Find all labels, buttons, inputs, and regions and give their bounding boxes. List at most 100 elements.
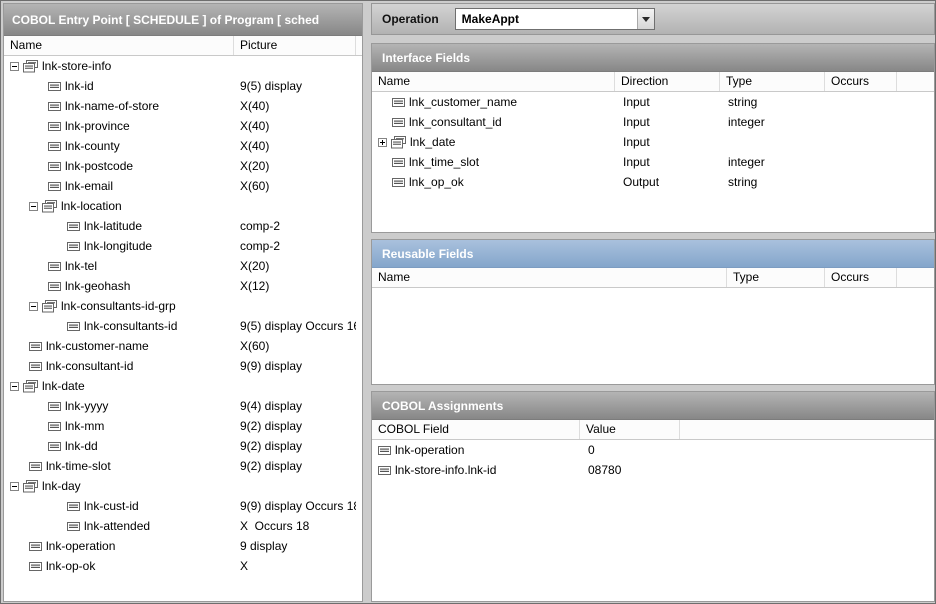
interface-row-lnk-op-ok[interactable]: lnk_op_okOutputstring xyxy=(372,172,934,192)
field-picture: 9(5) display xyxy=(240,79,302,93)
interface-row-lnk-time-slot[interactable]: lnk_time_slot Input integer xyxy=(372,152,934,172)
column-header-occurs[interactable]: Occurs xyxy=(825,268,897,287)
field-icon xyxy=(67,321,80,332)
tree-row-lnk-day[interactable]: lnk-day xyxy=(4,476,362,496)
tree-row-lnk-longitude[interactable]: lnk-longitudecomp-2 xyxy=(4,236,362,256)
column-header-name[interactable]: Name xyxy=(372,72,615,91)
field-name: lnk-customer-name xyxy=(46,339,149,353)
field-name: lnk-cust-id xyxy=(84,499,139,513)
column-header-name[interactable]: Name xyxy=(4,36,234,55)
field-name: lnk-province xyxy=(65,119,130,133)
tree-row-lnk-county[interactable]: lnk-countyX(40) xyxy=(4,136,362,156)
tree-row-lnk-consultants-id[interactable]: lnk-consultants-id9(5) display Occurs 16 xyxy=(4,316,362,336)
column-header-filler xyxy=(356,36,362,55)
row-indent xyxy=(4,206,29,207)
tree-name-cell: lnk-date xyxy=(4,376,234,396)
tree-row-lnk-dd[interactable]: lnk-dd9(2) display xyxy=(4,436,362,456)
collapse-toggle-icon[interactable] xyxy=(10,482,19,491)
tree-row-lnk-geohash[interactable]: lnk-geohashX(12) xyxy=(4,276,362,296)
assignment-row-lnk-store-info.lnk-id[interactable]: lnk-store-info.lnk-id08780 xyxy=(372,460,934,480)
direction-cell: Input xyxy=(615,132,720,152)
field-picture-cell: X(40) xyxy=(234,136,356,156)
operation-dropdown[interactable]: MakeAppt xyxy=(455,8,655,30)
tree-row-lnk-province[interactable]: lnk-provinceX(40) xyxy=(4,116,362,136)
field-picture-cell: X(40) xyxy=(234,96,356,116)
interface-row-lnk-customer-name[interactable]: lnk_customer_nameInputstring xyxy=(372,92,934,112)
field-type: integer xyxy=(728,115,765,129)
tree-row-lnk-attended[interactable]: lnk-attendedX Occurs 18 xyxy=(4,516,362,536)
tree-row-lnk-location[interactable]: lnk-location xyxy=(4,196,362,216)
tree-name-cell: lnk-consultant-id xyxy=(4,356,234,376)
interface-fields-table: lnk_customer_nameInputstringlnk_consulta… xyxy=(372,92,934,192)
tree-row-lnk-id[interactable]: lnk-id9(5) display xyxy=(4,76,362,96)
column-header-cobol-field[interactable]: COBOL Field xyxy=(372,420,580,439)
collapse-toggle-icon[interactable] xyxy=(29,202,38,211)
column-header-picture[interactable]: Picture xyxy=(234,36,356,55)
row-indent xyxy=(372,102,392,103)
direction-cell: Input xyxy=(615,152,720,172)
tree-row-lnk-operation[interactable]: lnk-operation9 display xyxy=(4,536,362,556)
occurs-cell xyxy=(825,92,897,112)
tree-row-lnk-customer-name[interactable]: lnk-customer-nameX(60) xyxy=(4,336,362,356)
column-header-type[interactable]: Type xyxy=(727,268,825,287)
field-picture: 9 display xyxy=(240,539,287,553)
column-header-type[interactable]: Type xyxy=(720,72,825,91)
type-cell xyxy=(720,132,825,152)
field-picture: 9(5) display Occurs 16 xyxy=(240,319,356,333)
field-icon xyxy=(67,521,80,532)
field-icon xyxy=(48,101,61,112)
column-header-direction[interactable]: Direction xyxy=(615,72,720,91)
panel-splitter[interactable] xyxy=(363,3,371,602)
type-cell: integer xyxy=(720,152,825,172)
tree-row-lnk-name-of-store[interactable]: lnk-name-of-store X(40) xyxy=(4,96,362,116)
tree-row-lnk-consultants-id-grp[interactable]: lnk-consultants-id-grp xyxy=(4,296,362,316)
tree-row-lnk-store-info[interactable]: lnk-store-info xyxy=(4,56,362,76)
tree-row-lnk-postcode[interactable]: lnk-postcodeX(20) xyxy=(4,156,362,176)
cobol-entry-point-panel: COBOL Entry Point [ SCHEDULE ] of Progra… xyxy=(3,3,363,602)
column-header-occurs[interactable]: Occurs xyxy=(825,72,897,91)
field-name: lnk-name-of-store xyxy=(65,99,159,113)
expand-toggle-icon[interactable] xyxy=(378,138,387,147)
tree-row-lnk-consultant-id[interactable]: lnk-consultant-id9(9) display xyxy=(4,356,362,376)
dropdown-arrow-icon[interactable] xyxy=(637,9,654,29)
field-name: lnk-mm xyxy=(65,419,104,433)
column-header-name[interactable]: Name xyxy=(372,268,727,287)
tree-name-cell: lnk-consultants-id-grp xyxy=(4,296,234,316)
row-indent xyxy=(4,366,29,367)
column-header-filler xyxy=(897,268,934,287)
interface-name-cell: lnk_date xyxy=(372,132,615,152)
tree-row-lnk-time-slot[interactable]: lnk-time-slot9(2) display xyxy=(4,456,362,476)
interface-row-lnk-date[interactable]: lnk_dateInput xyxy=(372,132,934,152)
collapse-toggle-icon[interactable] xyxy=(29,302,38,311)
field-icon xyxy=(48,421,61,432)
field-name: lnk-yyyy xyxy=(65,399,108,413)
field-picture-cell: 9(9) display Occurs 18 xyxy=(234,496,356,516)
field-name: lnk-postcode xyxy=(65,159,133,173)
column-header-value[interactable]: Value xyxy=(580,420,680,439)
assignment-row-lnk-operation[interactable]: lnk-operation0 xyxy=(372,440,934,460)
tree-row-lnk-date[interactable]: lnk-date xyxy=(4,376,362,396)
field-name: lnk-date xyxy=(42,379,85,393)
group-icon xyxy=(23,480,38,493)
tree-row-lnk-tel[interactable]: lnk-telX(20) xyxy=(4,256,362,276)
tree-row-lnk-cust-id[interactable]: lnk-cust-id 9(9) display Occurs 18 xyxy=(4,496,362,516)
field-picture-cell: comp-2 xyxy=(234,216,356,236)
tree-row-lnk-latitude[interactable]: lnk-latitudecomp-2 xyxy=(4,216,362,236)
field-name: lnk-longitude xyxy=(84,239,152,253)
left-table-header: Name Picture xyxy=(4,36,362,56)
row-indent xyxy=(4,406,48,407)
tree-row-lnk-op-ok[interactable]: lnk-op-okX xyxy=(4,556,362,576)
tree-row-lnk-mm[interactable]: lnk-mm9(2) display xyxy=(4,416,362,436)
operation-dropdown-value: MakeAppt xyxy=(456,12,637,26)
interface-row-lnk-consultant-id[interactable]: lnk_consultant_idInputinteger xyxy=(372,112,934,132)
collapse-toggle-icon[interactable] xyxy=(10,62,19,71)
field-direction: Output xyxy=(623,175,659,189)
interface-name-cell: lnk_time_slot xyxy=(372,152,615,172)
tree-row-lnk-email[interactable]: lnk-emailX(60) xyxy=(4,176,362,196)
tree-row-lnk-yyyy[interactable]: lnk-yyyy9(4) display xyxy=(4,396,362,416)
field-direction: Input xyxy=(623,155,650,169)
field-picture: X(40) xyxy=(240,139,269,153)
row-indent xyxy=(4,146,48,147)
collapse-toggle-icon[interactable] xyxy=(10,382,19,391)
field-type: string xyxy=(728,175,757,189)
